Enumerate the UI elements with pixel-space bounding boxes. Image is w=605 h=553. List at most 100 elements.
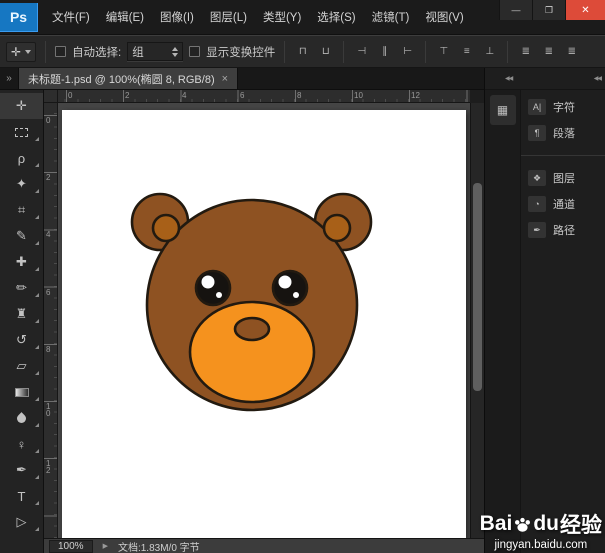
tool-flyout-indicator (35, 449, 39, 453)
paths-panel-label: 路径 (553, 222, 575, 238)
menu-image[interactable]: 图像(I) (152, 3, 202, 31)
auto-select-dropdown[interactable]: 组 (127, 42, 183, 61)
quick-selection-tool[interactable]: ✦ (0, 171, 43, 197)
auto-select-label: 自动选择: (72, 44, 121, 60)
crop-tool[interactable]: ⌗ (0, 197, 43, 223)
type-tool-icon: T (18, 489, 26, 504)
scrollbar-thumb[interactable] (473, 183, 482, 391)
tool-flyout-indicator (35, 163, 39, 167)
vertical-scrollbar[interactable] (470, 103, 484, 538)
move-tool[interactable]: ✛ (0, 93, 43, 119)
menu-bar: Ps 文件(F) 编辑(E) 图像(I) 图层(L) 类型(Y) 选择(S) 滤… (0, 0, 605, 35)
minimize-button[interactable]: — (499, 0, 532, 20)
align-right-edges-icon[interactable]: ⊢ (400, 44, 416, 60)
channels-panel-label: 通道 (553, 196, 575, 212)
distribute-bottom-edges-icon[interactable]: ⊥ (482, 44, 498, 60)
bear-eye-highlight (216, 292, 222, 298)
clone-stamp-tool-icon: ♜ (16, 306, 28, 322)
watermark-url: jingyan.baidu.com (480, 539, 602, 551)
collapsed-panel-button[interactable]: ▦ (490, 95, 516, 125)
clone-stamp-tool[interactable]: ♜ (0, 301, 43, 327)
status-menu-arrow-icon[interactable]: ▶ (103, 542, 108, 550)
watermark-text: du (533, 512, 559, 536)
dodge-tool[interactable]: ♀ (0, 431, 43, 457)
menu-type[interactable]: 类型(Y) (255, 3, 309, 31)
restore-button[interactable]: ❐ (532, 0, 565, 20)
layers-panel-button[interactable]: ❖ 图层 (521, 165, 605, 191)
align-left-edges-icon[interactable]: ⊣ (354, 44, 370, 60)
align-bottom-edges-icon[interactable]: ⊔ (318, 44, 334, 60)
panel-button-column: A| 字符 ¶ 段落 ❖ 图层 ◔ 通道 ✒ 路径 (521, 90, 605, 553)
bear-left-inner-ear (153, 215, 179, 241)
bear-eye-highlight (293, 292, 299, 298)
character-panel-button[interactable]: A| 字符 (521, 94, 605, 120)
spot-healing-brush-tool[interactable]: ✚ (0, 249, 43, 275)
paths-panel-icon: ✒ (528, 222, 546, 238)
menu-edit[interactable]: 编辑(E) (98, 3, 152, 31)
align-horizontal-centers-icon[interactable]: ∥ (377, 44, 393, 60)
separator (521, 155, 605, 156)
rectangular-marquee-tool[interactable] (0, 119, 43, 145)
layers-panel-label: 图层 (553, 170, 575, 186)
tab-close-icon[interactable]: × (222, 73, 228, 85)
menu-file[interactable]: 文件(F) (44, 3, 98, 31)
ruler-label: 8 (46, 346, 54, 353)
toolbox-collapse-icon[interactable]: » (0, 68, 18, 89)
distribute-vertical-centers-icon[interactable]: ≡ (459, 44, 475, 60)
tool-flyout-indicator (35, 345, 39, 349)
history-brush-tool-icon: ↺ (16, 332, 27, 348)
bear-eye-highlight (279, 276, 292, 289)
menu-view[interactable]: 视图(V) (417, 3, 471, 31)
channels-panel-button[interactable]: ◔ 通道 (521, 191, 605, 217)
collapse-panels-icon[interactable]: ◀◀ (594, 75, 601, 82)
status-bar: 100% ▶ 文档:1.83M/0 字节 (44, 538, 484, 553)
auto-select-checkbox[interactable] (55, 46, 66, 57)
blur-tool-icon (15, 412, 28, 425)
tool-flyout-indicator (35, 267, 39, 271)
eraser-tool[interactable]: ▱ (0, 353, 43, 379)
tool-preset-button[interactable]: ✛ (6, 42, 36, 62)
distribute-left-edges-icon[interactable]: ≣ (518, 44, 534, 60)
pen-tool[interactable]: ✒ (0, 457, 43, 483)
lasso-tool[interactable]: ρ (0, 145, 43, 171)
vertical-ruler: 0 2 4 6 8 10 12 (44, 103, 58, 538)
document-tab[interactable]: 未标题-1.psd @ 100%(椭圆 8, RGB/8) × (18, 68, 238, 89)
distribute-top-edges-icon[interactable]: ⊤ (436, 44, 452, 60)
menu-layer[interactable]: 图层(L) (202, 3, 255, 31)
photoshop-window: Ps 文件(F) 编辑(E) 图像(I) 图层(L) 类型(Y) 选择(S) 滤… (0, 0, 605, 553)
close-button[interactable]: ✕ (565, 0, 605, 20)
tool-flyout-indicator (35, 397, 39, 401)
ruler-label: 2 (125, 91, 129, 100)
show-transform-checkbox[interactable] (189, 46, 200, 57)
menu-select[interactable]: 选择(S) (309, 3, 363, 31)
distribute-right-edges-icon[interactable]: ≣ (564, 44, 580, 60)
eyedropper-tool[interactable]: ✎ (0, 223, 43, 249)
history-brush-tool[interactable]: ↺ (0, 327, 43, 353)
healing-brush-tool-icon: ✚ (16, 254, 27, 270)
align-top-edges-icon[interactable]: ⊓ (295, 44, 311, 60)
gradient-tool[interactable] (0, 379, 43, 405)
watermark-text: 经验 (560, 509, 602, 539)
bear-right-eye (273, 271, 307, 305)
brush-tool[interactable]: ✏ (0, 275, 43, 301)
eraser-tool-icon: ▱ (17, 358, 27, 374)
menu-filter[interactable]: 滤镜(T) (364, 3, 418, 31)
horizontal-type-tool[interactable]: T (0, 483, 43, 509)
auto-select-value: 组 (132, 44, 144, 60)
path-selection-tool[interactable]: ▷ (0, 509, 43, 535)
blur-tool[interactable] (0, 405, 43, 431)
tool-flyout-indicator (35, 215, 39, 219)
zoom-level-field[interactable]: 100% (49, 540, 93, 553)
collapse-panels-icon[interactable]: ◀◀ (505, 75, 512, 82)
document-canvas[interactable] (62, 110, 466, 538)
dodge-tool-icon: ♀ (17, 437, 27, 452)
paragraph-panel-button[interactable]: ¶ 段落 (521, 120, 605, 146)
distribute-horizontal-centers-icon[interactable]: ≣ (541, 44, 557, 60)
watermark-title: Bai du 经验 (480, 509, 602, 539)
document-info: 文档:1.83M/0 字节 (118, 539, 200, 553)
ruler-label: 6 (240, 91, 244, 100)
paths-panel-button[interactable]: ✒ 路径 (521, 217, 605, 243)
ruler-label: 4 (182, 91, 186, 100)
lasso-tool-icon: ρ (18, 151, 25, 166)
watermark-text: Bai (480, 512, 513, 536)
